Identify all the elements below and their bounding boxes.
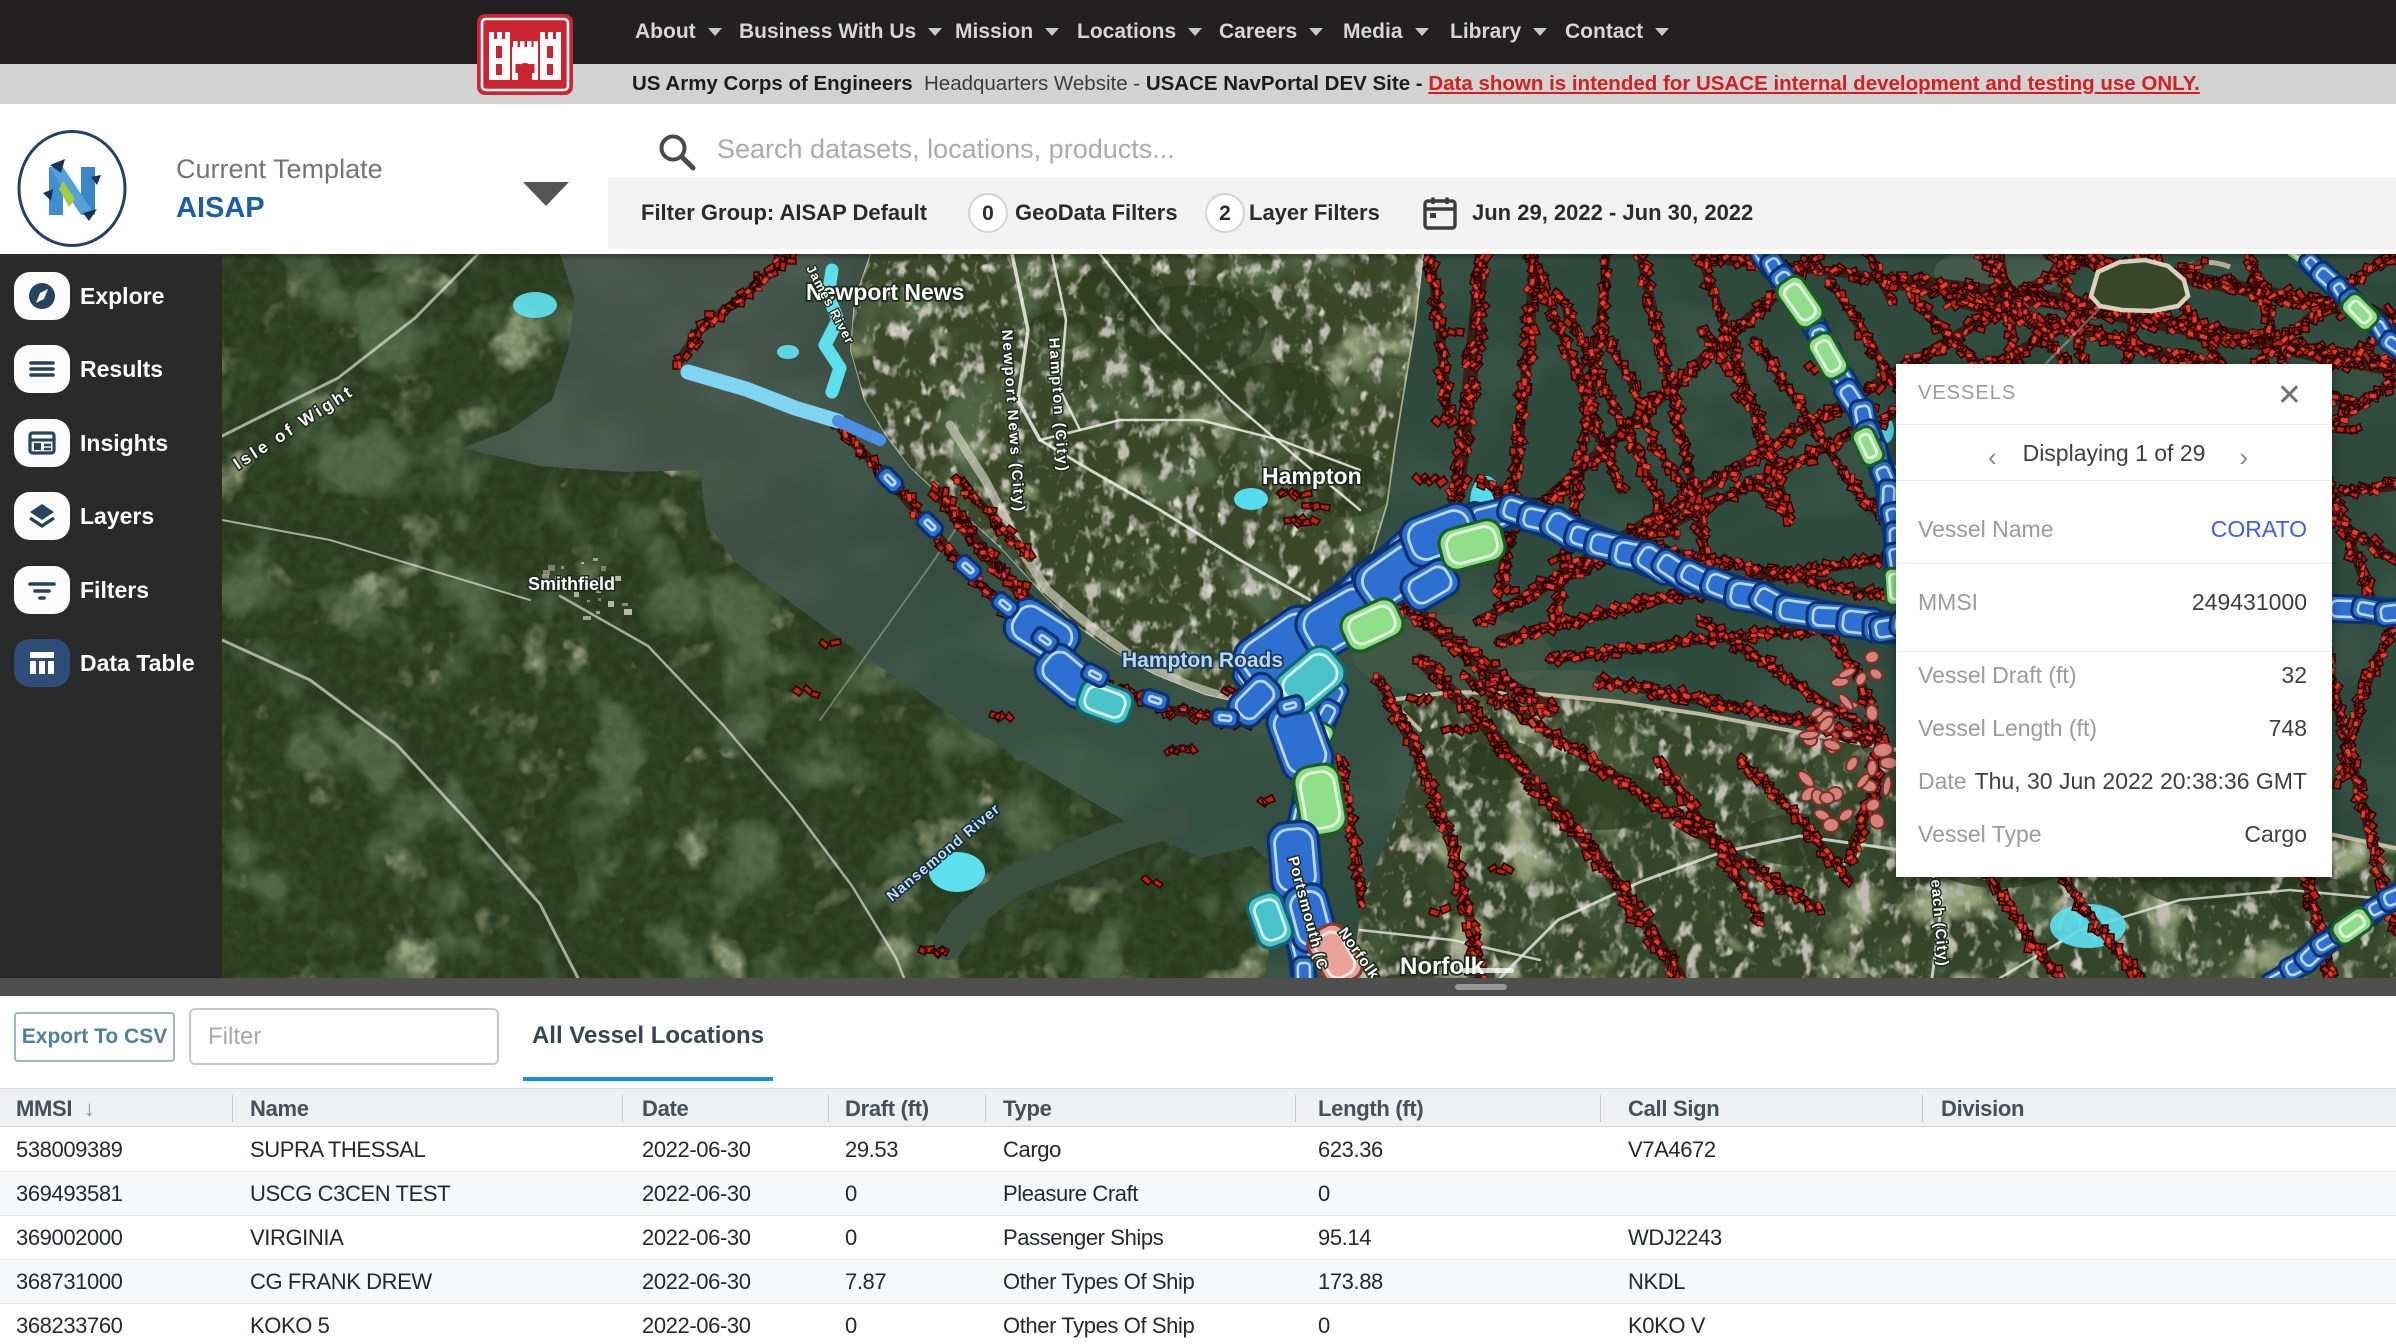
- svg-text:Norfolk: Norfolk: [1400, 953, 1485, 978]
- svg-text:Hampton: Hampton: [1262, 463, 1362, 489]
- svg-text:Smithfield: Smithfield: [528, 574, 615, 594]
- svg-text:Hampton Roads: Hampton Roads: [1122, 649, 1283, 672]
